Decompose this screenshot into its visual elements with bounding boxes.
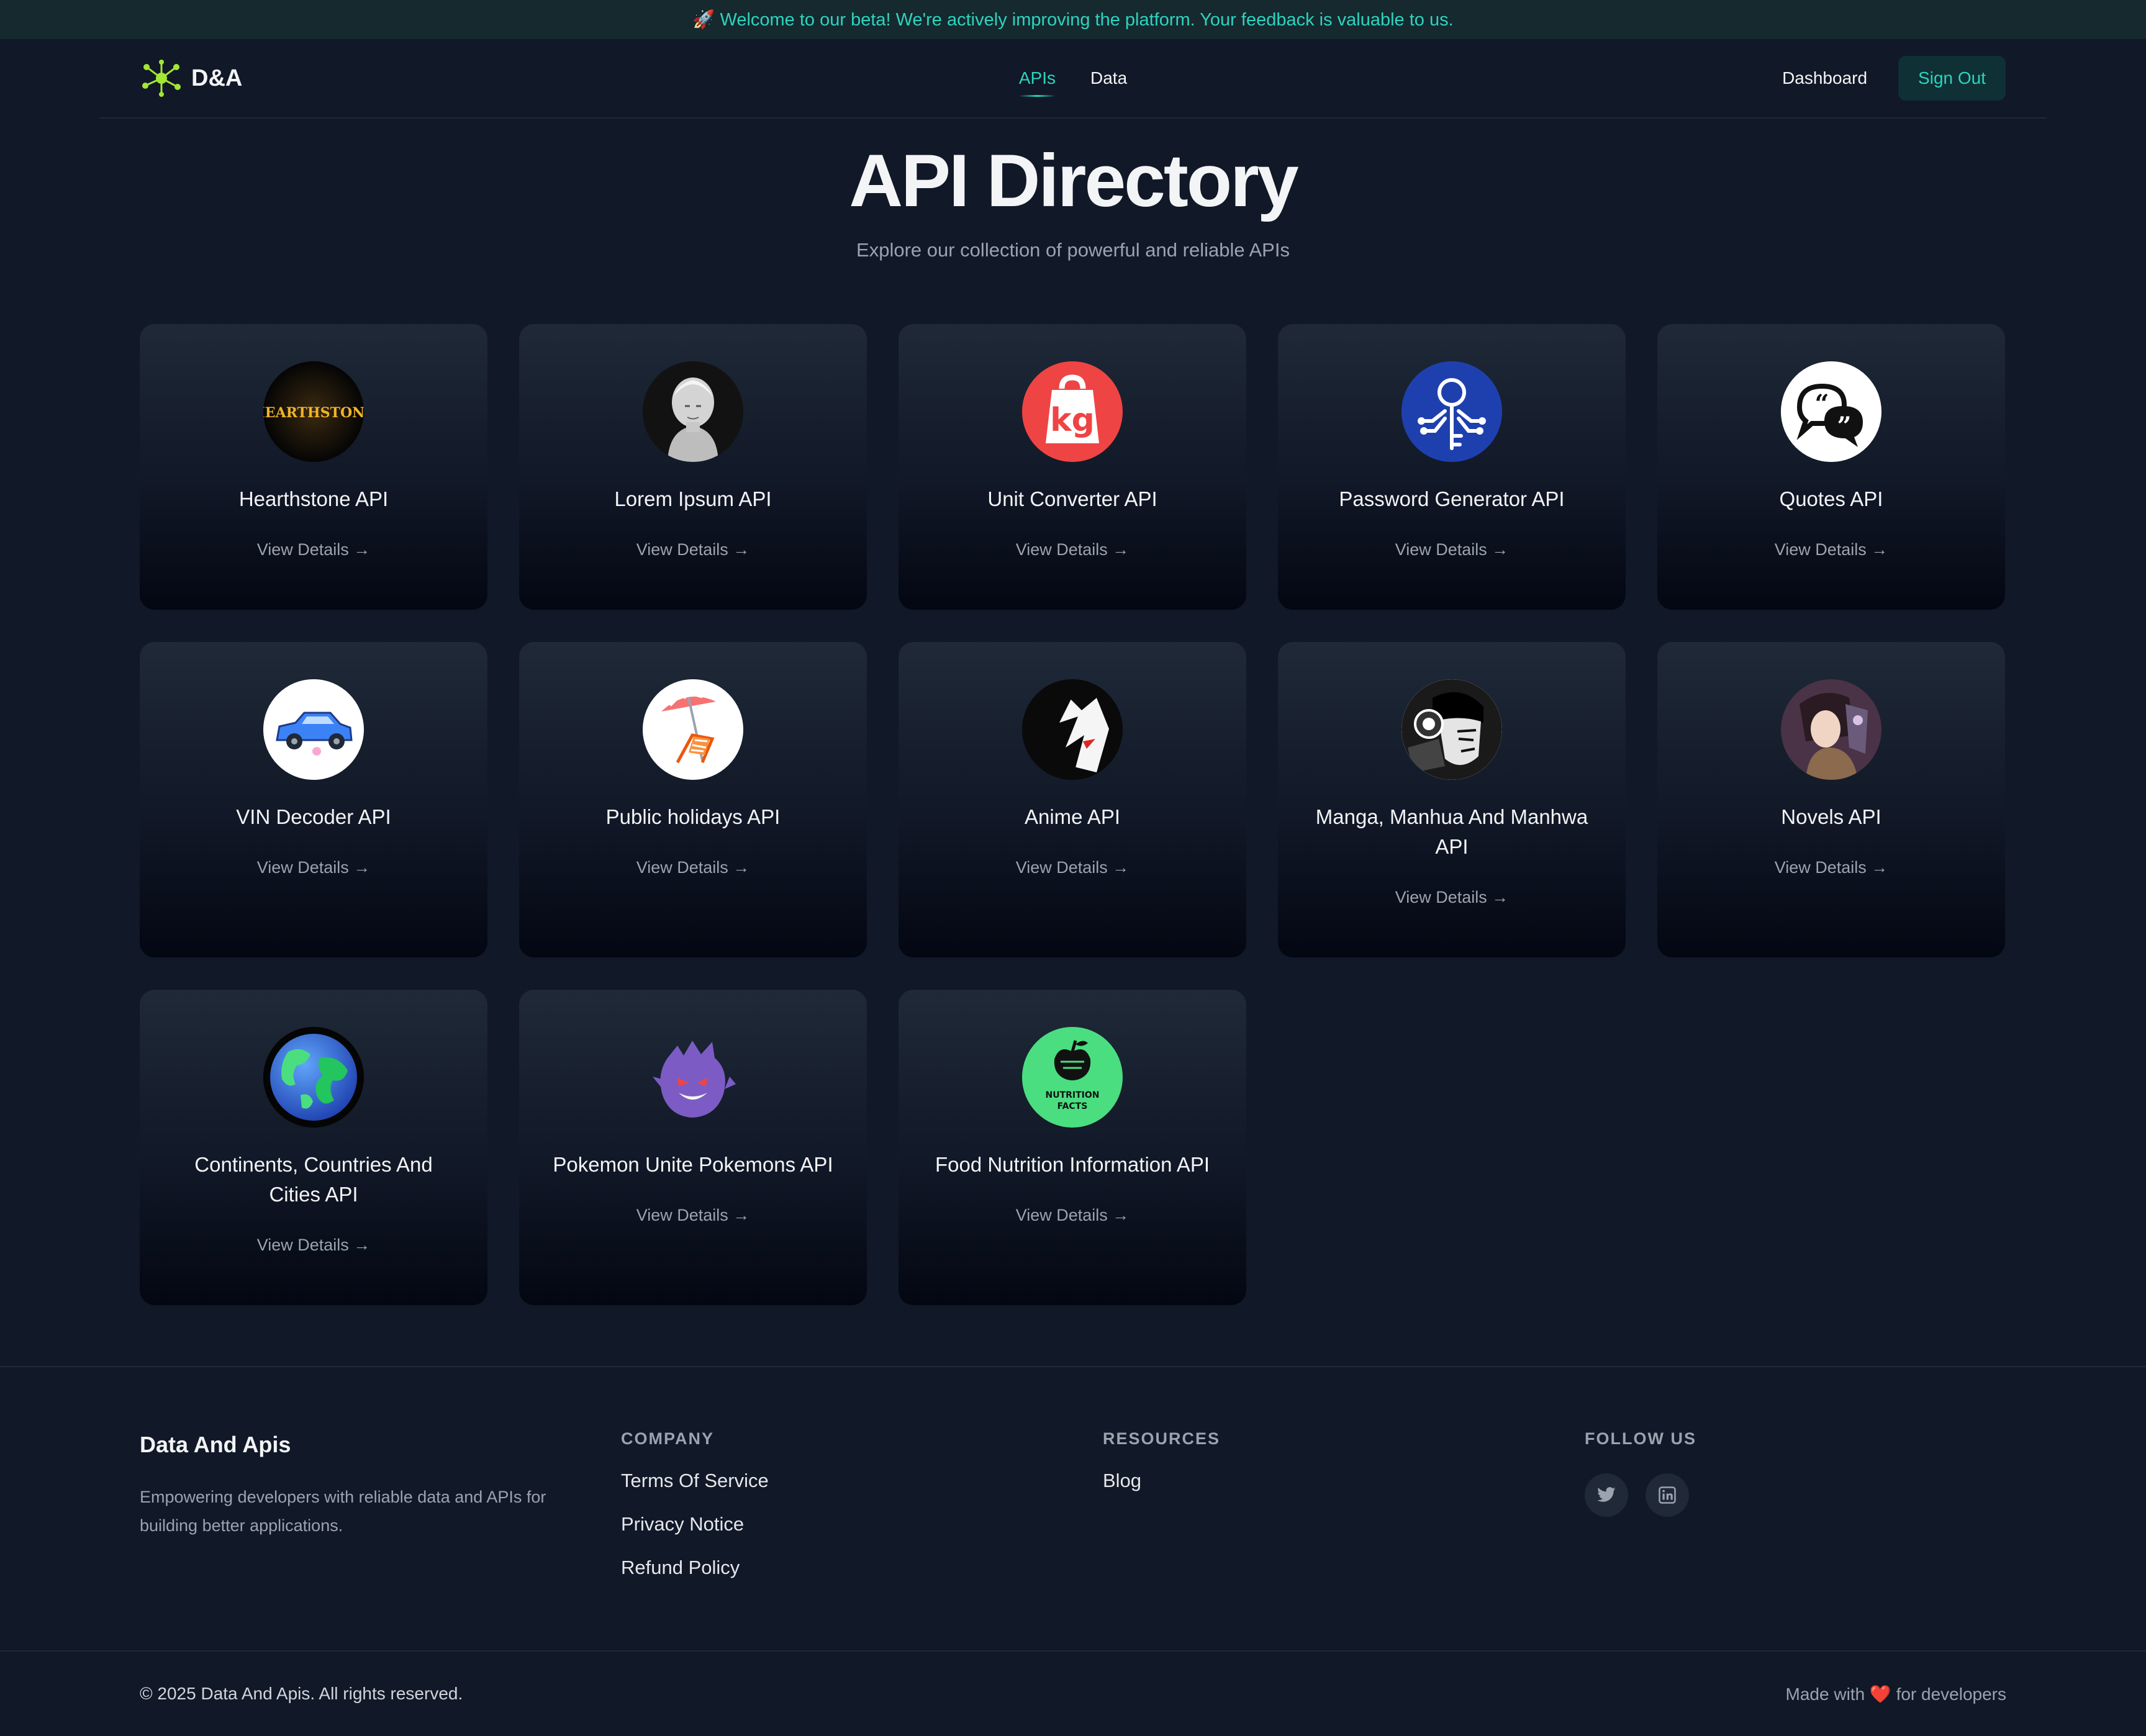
api-card[interactable]: “ ” Quotes API View Details → (1657, 324, 2005, 610)
nutrition-facts-icon: NUTRITION FACTS (1022, 1027, 1123, 1128)
anime-face-icon (1022, 679, 1123, 780)
manga-face-icon (1401, 679, 1502, 780)
card-title: Manga, Manhua And Manhwa API (1315, 805, 1588, 858)
kg-weight-icon: kg (1022, 361, 1123, 462)
hearthstone-logo-icon: HEARTHSTONE (263, 361, 364, 462)
page-title: API Directory (849, 139, 1298, 222)
svg-text:“: “ (1814, 389, 1829, 418)
view-details-link[interactable]: View Details → (636, 858, 750, 877)
twitter-button[interactable] (1585, 1473, 1628, 1517)
footer: Data And Apis Empowering developers with… (0, 1366, 2146, 1652)
api-card[interactable]: Novels API View Details → (1657, 642, 2005, 957)
made-with-text: Made with ❤️ for developers (1785, 1684, 2006, 1704)
blue-car-icon (263, 679, 364, 780)
view-details-link[interactable]: View Details → (636, 1206, 750, 1225)
circuit-key-icon (1401, 361, 1502, 462)
view-details-link[interactable]: View Details → (257, 540, 371, 559)
view-details-link[interactable]: View Details → (1016, 1206, 1130, 1225)
terms-link[interactable]: Terms Of Service (621, 1470, 769, 1492)
card-title: Lorem Ipsum API (614, 487, 772, 510)
view-details-link[interactable]: View Details → (257, 858, 371, 877)
api-card[interactable]: NUTRITION FACTS Food Nutrition Informati… (899, 990, 1246, 1305)
footer-brand: Data And Apis (140, 1432, 291, 1457)
copyright: © 2025 Data And Apis. All rights reserve… (140, 1684, 463, 1703)
footer-brand-col: Data And Apis Empowering developers with… (140, 1429, 562, 1540)
footer-description: Empowering developers with reliable data… (140, 1488, 546, 1535)
beach-chair-icon (643, 679, 743, 780)
logo[interactable]: D&A (140, 60, 242, 97)
quote-bubbles-icon: “ ” (1781, 361, 1881, 462)
api-card[interactable]: Public holidays API View Details → (519, 642, 867, 957)
footer-follow-col: FOLLOW US (1585, 1429, 1696, 1517)
hero: API Directory Explore our collection of … (0, 140, 2146, 261)
blog-link[interactable]: Blog (1103, 1470, 1220, 1492)
api-card[interactable]: kg Unit Converter API View Details → (899, 324, 1246, 610)
footer-company-col: COMPANY Terms Of Service Privacy Notice … (621, 1429, 769, 1579)
dashboard-link[interactable]: Dashboard (1782, 68, 1867, 88)
novel-character-icon (1781, 679, 1881, 780)
twitter-icon (1597, 1487, 1616, 1502)
api-card[interactable]: HEARTHSTONE Hearthstone API View Details… (140, 324, 487, 610)
card-title: Unit Converter API (987, 487, 1157, 510)
card-title: Password Generator API (1339, 487, 1565, 510)
footer-follow-heading: FOLLOW US (1585, 1429, 1696, 1448)
api-card[interactable]: Continents, Countries And Cities API Vie… (140, 990, 487, 1305)
top-nav: D&A APIs Data Dashboard Sign Out (99, 39, 2047, 119)
linkedin-button[interactable] (1646, 1473, 1689, 1517)
card-title: Public holidays API (605, 805, 781, 828)
card-title: Novels API (1781, 805, 1881, 828)
card-title: Quotes API (1779, 487, 1883, 510)
view-details-link[interactable]: View Details → (636, 540, 750, 559)
molecule-logo-icon (142, 60, 181, 97)
bust-statue-icon (643, 361, 743, 462)
nav-links: APIs Data (1018, 60, 1127, 97)
api-card[interactable]: Manga, Manhua And Manhwa API View Detail… (1278, 642, 1626, 957)
view-details-link[interactable]: View Details → (257, 1236, 371, 1255)
banner-text: 🚀 Welcome to our beta! We're actively im… (692, 9, 1454, 30)
card-title: Hearthstone API (238, 487, 389, 510)
card-title: Anime API (1024, 805, 1121, 828)
svg-text:NUTRITION: NUTRITION (1045, 1090, 1099, 1100)
card-title: Continents, Countries And Cities API (194, 1153, 433, 1206)
nav-link-data[interactable]: Data (1090, 60, 1127, 97)
svg-text:HEARTHSTONE: HEARTHSTONE (263, 405, 364, 421)
sign-out-button[interactable]: Sign Out (1898, 56, 2006, 101)
linkedin-icon (1659, 1486, 1676, 1504)
svg-text:FACTS: FACTS (1057, 1101, 1088, 1111)
view-details-link[interactable]: View Details → (1775, 540, 1888, 559)
footer-company-heading: COMPANY (621, 1429, 715, 1448)
api-card[interactable]: Lorem Ipsum API View Details → (519, 324, 867, 610)
api-card[interactable]: Password Generator API View Details → (1278, 324, 1626, 610)
nav-actions: Dashboard Sign Out (1782, 56, 2006, 101)
privacy-link[interactable]: Privacy Notice (621, 1513, 769, 1535)
social-links (1585, 1473, 1696, 1517)
api-card[interactable]: Pokemon Unite Pokemons API View Details … (519, 990, 867, 1305)
refund-link[interactable]: Refund Policy (621, 1557, 769, 1579)
api-card[interactable]: VIN Decoder API View Details → (140, 642, 487, 957)
logo-text: D&A (191, 65, 243, 91)
gengar-icon (643, 1027, 743, 1128)
svg-text:”: ” (1837, 412, 1851, 441)
view-details-link[interactable]: View Details → (1395, 888, 1509, 907)
beta-banner: 🚀 Welcome to our beta! We're actively im… (0, 0, 2146, 39)
card-title: Food Nutrition Information API (935, 1153, 1210, 1176)
footer-resources-col: RESOURCES Blog (1103, 1429, 1220, 1492)
footer-bottom: © 2025 Data And Apis. All rights reserve… (0, 1650, 2146, 1736)
view-details-link[interactable]: View Details → (1775, 858, 1888, 877)
page-subtitle: Explore our collection of powerful and r… (856, 239, 1290, 261)
nav-link-apis[interactable]: APIs (1018, 60, 1056, 97)
card-title: VIN Decoder API (236, 805, 391, 828)
api-card[interactable]: Anime API View Details → (899, 642, 1246, 957)
footer-resources-heading: RESOURCES (1103, 1429, 1221, 1448)
svg-text:kg: kg (1050, 402, 1095, 439)
view-details-link[interactable]: View Details → (1395, 540, 1509, 559)
view-details-link[interactable]: View Details → (1016, 540, 1130, 559)
view-details-link[interactable]: View Details → (1016, 858, 1130, 877)
card-title: Pokemon Unite Pokemons API (553, 1153, 833, 1176)
api-grid: HEARTHSTONE Hearthstone API View Details… (140, 324, 2006, 1305)
globe-icon (263, 1027, 364, 1128)
